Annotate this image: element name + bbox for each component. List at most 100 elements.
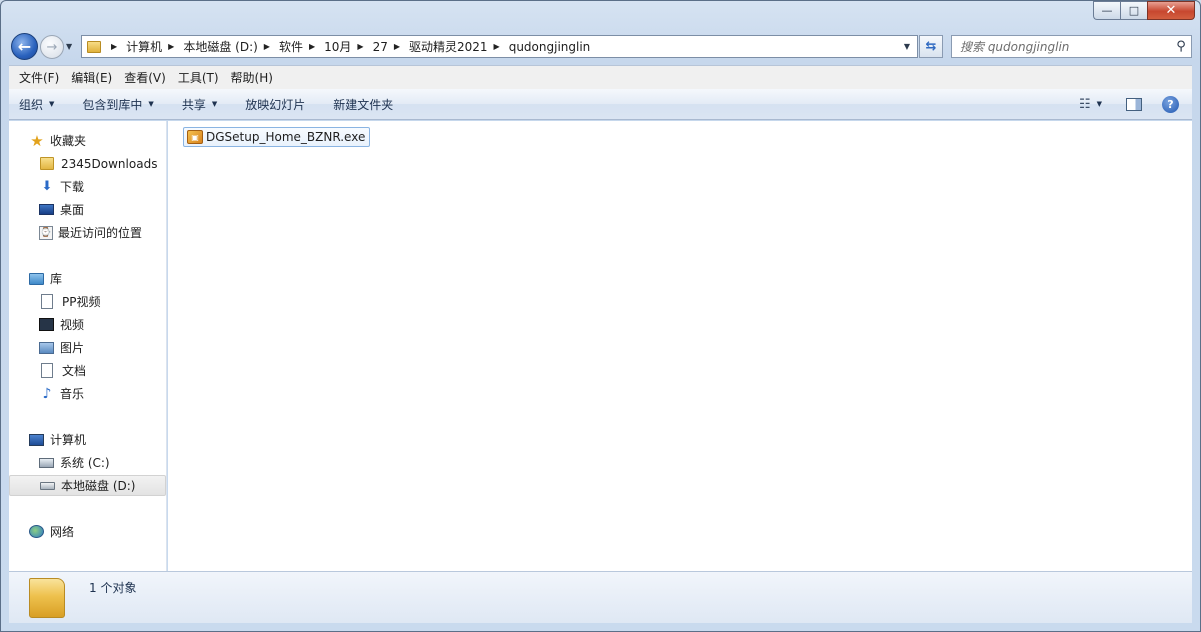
menu-help[interactable]: 帮助(H) — [225, 69, 279, 86]
title-bar: — □ ✕ — [1, 1, 1200, 31]
preview-pane-icon[interactable] — [1126, 97, 1142, 111]
nav-item-2345downloads[interactable]: 2345Downloads — [9, 153, 166, 174]
document-icon — [41, 363, 53, 378]
library-icon — [29, 272, 44, 285]
refresh-icon: ⇆ — [925, 39, 937, 54]
video-icon — [39, 318, 54, 331]
new-folder-button[interactable]: 新建文件夹 — [333, 96, 393, 113]
breadcrumb-separator-icon[interactable]: ▶ — [111, 42, 117, 51]
breadcrumb-separator-icon[interactable]: ▶ — [168, 42, 174, 51]
network-icon — [29, 525, 44, 538]
breadcrumb-separator-icon[interactable]: ▶ — [394, 42, 400, 51]
help-icon[interactable]: ? — [1162, 95, 1179, 113]
chevron-down-icon: ▼ — [211, 100, 218, 108]
nav-item-label: 图片 — [60, 341, 85, 355]
change-view-icon[interactable]: ☷ — [1079, 97, 1091, 112]
maximize-button[interactable]: □ — [1120, 1, 1147, 20]
share-label: 共享 — [181, 97, 206, 112]
nav-item-pp-video[interactable]: PP视频 — [9, 291, 166, 312]
nav-item-label: PP视频 — [62, 295, 101, 309]
star-icon: ★ — [30, 131, 44, 150]
slideshow-label: 放映幻灯片 — [245, 97, 306, 112]
desktop-icon — [39, 204, 54, 215]
nav-item-music[interactable]: ♪ 音乐 — [9, 383, 166, 404]
command-bar: 组织 ▼ 包含到库中 ▼ 共享 ▼ 放映幻灯片 新建文件夹 ☷ ▼ ? — [9, 89, 1192, 120]
nav-libraries-label: 库 — [50, 272, 63, 286]
breadcrumb-drive-d[interactable]: 本地磁盘 (D:) — [183, 38, 257, 55]
menu-tools[interactable]: 工具(T) — [172, 69, 225, 86]
chevron-down-icon: ▼ — [148, 100, 154, 108]
search-input[interactable] — [952, 36, 1171, 57]
search-icon[interactable]: ⚲ — [1171, 39, 1191, 54]
breadcrumb-separator-icon[interactable]: ▶ — [264, 42, 270, 51]
include-in-library-button[interactable]: 包含到库中 ▼ — [82, 96, 153, 113]
share-button[interactable]: 共享 ▼ — [182, 96, 217, 113]
minimize-button[interactable]: — — [1093, 1, 1120, 20]
menu-view[interactable]: 查看(V) — [118, 69, 172, 86]
address-dropdown-icon[interactable]: ▼ — [900, 39, 914, 54]
folder-icon — [40, 157, 54, 170]
nav-item-label: 系统 (C:) — [60, 456, 110, 470]
nav-libraries[interactable]: 库 — [9, 268, 166, 289]
nav-item-label: 下载 — [60, 180, 85, 194]
nav-item-label: 视频 — [60, 318, 85, 332]
file-name: DGSetup_Home_BZNR.exe — [206, 130, 366, 144]
refresh-button[interactable]: ⇆ — [919, 35, 943, 58]
download-icon: ⬇ — [41, 179, 53, 194]
item-count: 1 个对象 — [89, 581, 137, 595]
nav-item-pictures[interactable]: 图片 — [9, 337, 166, 358]
nav-item-label: 音乐 — [60, 387, 85, 401]
close-button[interactable]: ✕ — [1147, 1, 1195, 20]
nav-computer-label: 计算机 — [50, 433, 87, 447]
view-options-chevron-icon[interactable]: ▼ — [1097, 100, 1102, 108]
breadcrumb-separator-icon[interactable]: ▶ — [309, 42, 315, 51]
menu-bar: 文件(F) 编辑(E) 查看(V) 工具(T) 帮助(H) — [9, 65, 1192, 89]
nav-item-label: 本地磁盘 (D:) — [61, 479, 136, 493]
picture-icon — [39, 341, 54, 354]
breadcrumb-qudongjinglin[interactable]: qudongjinglin — [509, 40, 591, 54]
nav-item-downloads[interactable]: ⬇ 下载 — [9, 176, 166, 197]
nav-item-label: 最近访问的位置 — [58, 226, 143, 240]
address-bar[interactable]: ▶ 计算机 ▶ 本地磁盘 (D:) ▶ 软件 ▶ 10月 ▶ 27 ▶ 驱动精灵… — [81, 35, 918, 58]
navigation-row: ← → ▼ ▶ 计算机 ▶ 本地磁盘 (D:) ▶ 软件 ▶ 10月 ▶ 27 … — [1, 31, 1200, 63]
nav-item-drive-d[interactable]: 本地磁盘 (D:) — [9, 475, 166, 496]
nav-favorites-label: 收藏夹 — [50, 134, 87, 148]
nav-network[interactable]: 网络 — [9, 521, 166, 542]
breadcrumb-computer[interactable]: 计算机 — [126, 38, 162, 55]
new-folder-label: 新建文件夹 — [333, 97, 394, 112]
breadcrumb: ▶ 计算机 ▶ 本地磁盘 (D:) ▶ 软件 ▶ 10月 ▶ 27 ▶ 驱动精灵… — [105, 36, 590, 57]
recent-pages-dropdown-icon[interactable]: ▼ — [66, 42, 72, 51]
document-icon — [41, 294, 53, 309]
computer-icon — [29, 433, 44, 446]
menu-edit[interactable]: 编辑(E) — [65, 69, 118, 86]
organize-button[interactable]: 组织 ▼ — [19, 96, 54, 113]
breadcrumb-drive-genius[interactable]: 驱动精灵2021 — [409, 38, 488, 55]
menu-file[interactable]: 文件(F) — [13, 69, 65, 86]
forward-button[interactable]: → — [40, 35, 64, 59]
search-box[interactable]: ⚲ — [951, 35, 1192, 58]
nav-item-recent-places[interactable]: ⌚ 最近访问的位置 — [9, 222, 166, 243]
nav-item-desktop[interactable]: 桌面 — [9, 199, 166, 220]
folder-icon — [29, 578, 65, 618]
file-item[interactable]: ▣ DGSetup_Home_BZNR.exe — [183, 127, 371, 147]
nav-item-drive-c[interactable]: 系统 (C:) — [9, 452, 166, 473]
nav-favorites[interactable]: ★ 收藏夹 — [9, 130, 166, 151]
breadcrumb-27[interactable]: 27 — [373, 40, 388, 54]
nav-item-documents[interactable]: 文档 — [9, 360, 166, 381]
nav-item-videos[interactable]: 视频 — [9, 314, 166, 335]
breadcrumb-october[interactable]: 10月 — [324, 38, 351, 55]
nav-computer[interactable]: 计算机 — [9, 429, 166, 450]
chevron-down-icon: ▼ — [49, 100, 55, 108]
nav-network-label: 网络 — [50, 525, 75, 539]
breadcrumb-separator-icon[interactable]: ▶ — [494, 42, 500, 51]
nav-item-label: 2345Downloads — [61, 156, 158, 171]
breadcrumb-software[interactable]: 软件 — [279, 38, 303, 55]
organize-label: 组织 — [19, 97, 44, 112]
folder-icon — [87, 40, 101, 53]
details-pane: 1 个对象 — [9, 571, 1192, 623]
breadcrumb-separator-icon[interactable]: ▶ — [357, 42, 363, 51]
slideshow-button[interactable]: 放映幻灯片 — [245, 96, 305, 113]
nav-item-label: 文档 — [62, 364, 87, 378]
view-controls: ☷ ▼ ? — [1079, 89, 1192, 119]
back-button[interactable]: ← — [11, 33, 38, 60]
